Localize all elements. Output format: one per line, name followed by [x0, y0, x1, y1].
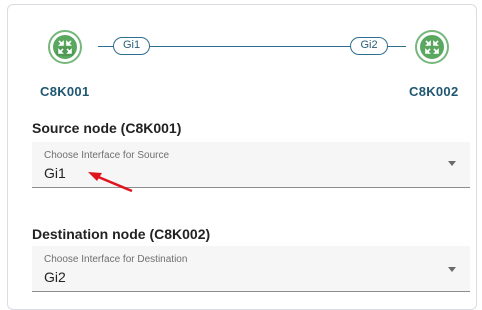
destination-interface-select[interactable]: Choose Interface for Destination Gi2: [32, 246, 470, 292]
dest-interface-pill[interactable]: Gi2: [350, 37, 388, 55]
chevron-down-icon: [448, 161, 456, 166]
source-router-icon[interactable]: [48, 30, 82, 64]
destination-section-title: Destination node (C8K002): [32, 226, 211, 242]
source-select-label: Choose Interface for Source: [44, 150, 170, 161]
source-section-title: Source node (C8K001): [32, 120, 182, 136]
destination-select-value: Gi2: [44, 269, 66, 285]
destination-select-label: Choose Interface for Destination: [44, 254, 188, 265]
chevron-down-icon: [448, 267, 456, 272]
source-node-label: C8K001: [40, 84, 90, 99]
source-select-value: Gi1: [44, 165, 66, 181]
annotation-arrow-icon: [88, 172, 133, 193]
source-interface-pill[interactable]: Gi1: [113, 37, 150, 55]
dest-node-label: C8K002: [409, 84, 459, 99]
dest-router-icon[interactable]: [415, 30, 449, 64]
